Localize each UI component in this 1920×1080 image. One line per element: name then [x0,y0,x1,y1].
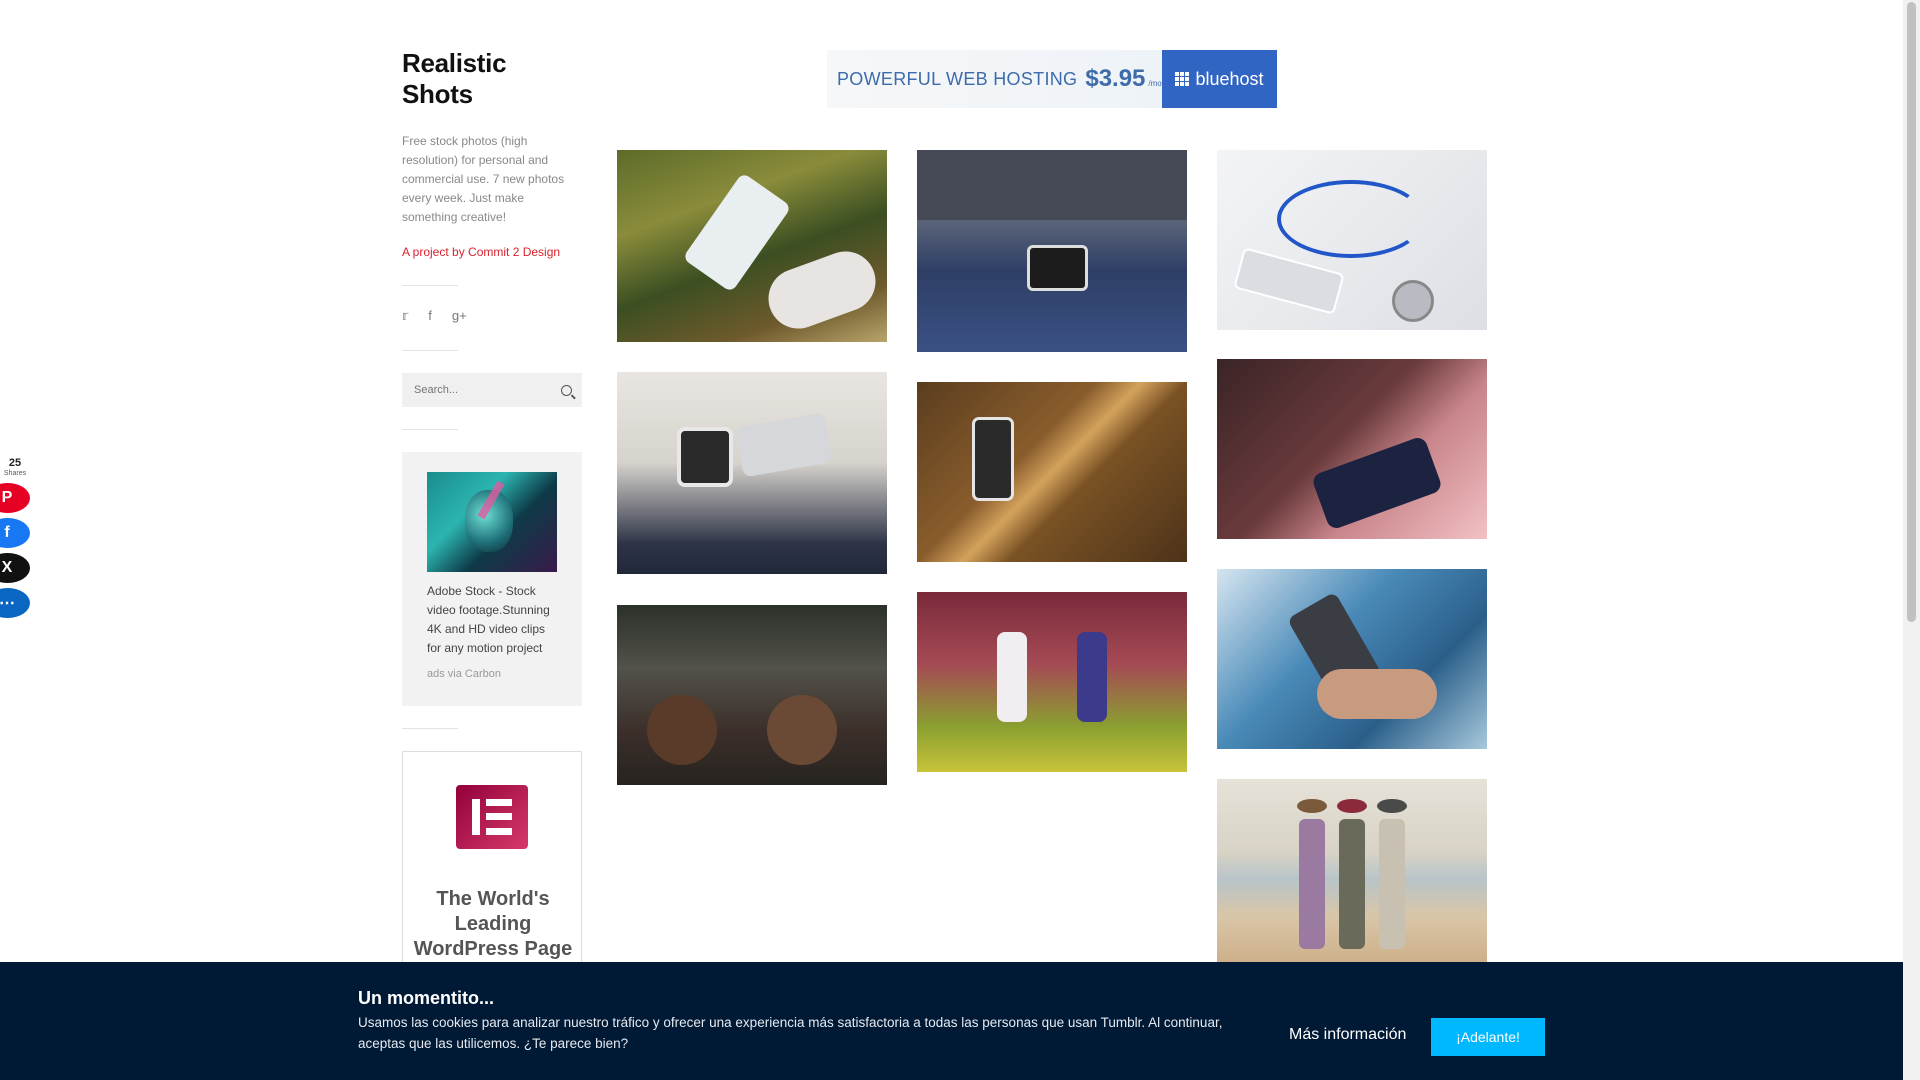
share-count: 25 [8,457,22,469]
carbon-ad-image[interactable] [427,472,557,572]
banner-unit: /mo [1148,78,1162,88]
search-input[interactable] [412,383,546,397]
photo-phone-on-grass[interactable] [617,150,887,342]
site-description: Free stock photos (high resolution) for … [402,134,565,224]
photo-phone-on-notebook[interactable] [1217,359,1487,539]
sharethis-icon: ⋯ [0,595,15,612]
accept-cookies-button[interactable]: ¡Adelante! [1431,1018,1545,1056]
sidebar: Realistic Shots Free stock photos (high … [402,48,582,1011]
banner-text: POWERFUL WEB HOSTING [837,68,1078,89]
bluehost-banner-ad[interactable]: POWERFUL WEB HOSTING $3.95 /mo bluehost [827,50,1277,108]
site-title[interactable]: Realistic Shots [402,48,582,110]
photo-phone-on-jeans[interactable] [917,150,1187,352]
divider [402,285,458,286]
search-box [402,373,582,407]
bluehost-grid-icon [1175,72,1190,86]
project-credit-link[interactable]: A project by Commit 2 Design [402,245,582,259]
elementor-logo [456,785,528,849]
bluehost-brand: bluehost [1195,68,1264,89]
page-scrollbar[interactable] [1903,0,1920,1080]
photo-stethoscope-phone[interactable] [1217,150,1487,330]
photo-girls-on-beach[interactable] [1217,779,1487,962]
photo-girls-in-field[interactable] [917,592,1187,772]
pinterest-icon: P [1,489,13,506]
banner-price: $3.95 [1085,65,1146,92]
photo-phone-on-wood[interactable] [917,382,1187,562]
facebook-icon: f [4,524,10,541]
bluehost-logo: bluehost [1162,50,1277,108]
carbon-ad-text[interactable]: Adobe Stock - Stock video footage.Stunni… [427,582,562,658]
social-share-bar: 25 Shares P f X ⋯ [0,458,30,618]
google-plus-icon[interactable]: g+ [452,308,467,324]
share-label: Shares [3,470,27,477]
facebook-share-button[interactable]: f [0,518,30,548]
divider [402,429,458,430]
x-icon: X [1,559,13,576]
carbon-ad[interactable]: Adobe Stock - Stock video footage.Stunni… [402,452,582,706]
scrollbar-thumb[interactable] [1907,2,1916,622]
facebook-icon[interactable]: f [428,308,432,324]
x-share-button[interactable]: X [0,553,30,583]
carbon-ad-via[interactable]: ads via Carbon [427,668,501,680]
pinterest-share-button[interactable]: P [0,483,30,513]
more-share-button[interactable]: ⋯ [0,588,30,618]
cookie-text: Usamos las cookies para analizar nuestro… [358,1015,1223,1051]
divider [402,728,458,729]
twitter-icon[interactable]: 𝕣 [402,308,408,324]
social-links: 𝕣 f g+ [402,308,582,324]
cookie-title: Un momentito... [358,988,494,1008]
photo-watch-and-phone[interactable] [617,372,887,574]
photo-hand-holding-phone[interactable] [1217,569,1487,749]
search-icon[interactable] [561,384,572,396]
banner-offer: POWERFUL WEB HOSTING $3.95 /mo [827,50,1162,108]
photo-girls-on-truck[interactable] [617,605,887,785]
divider [402,350,458,351]
more-info-link[interactable]: Más información [1289,1026,1406,1044]
cookie-consent-bar: Un momentito... Usamos las cookies para … [0,962,1903,1080]
